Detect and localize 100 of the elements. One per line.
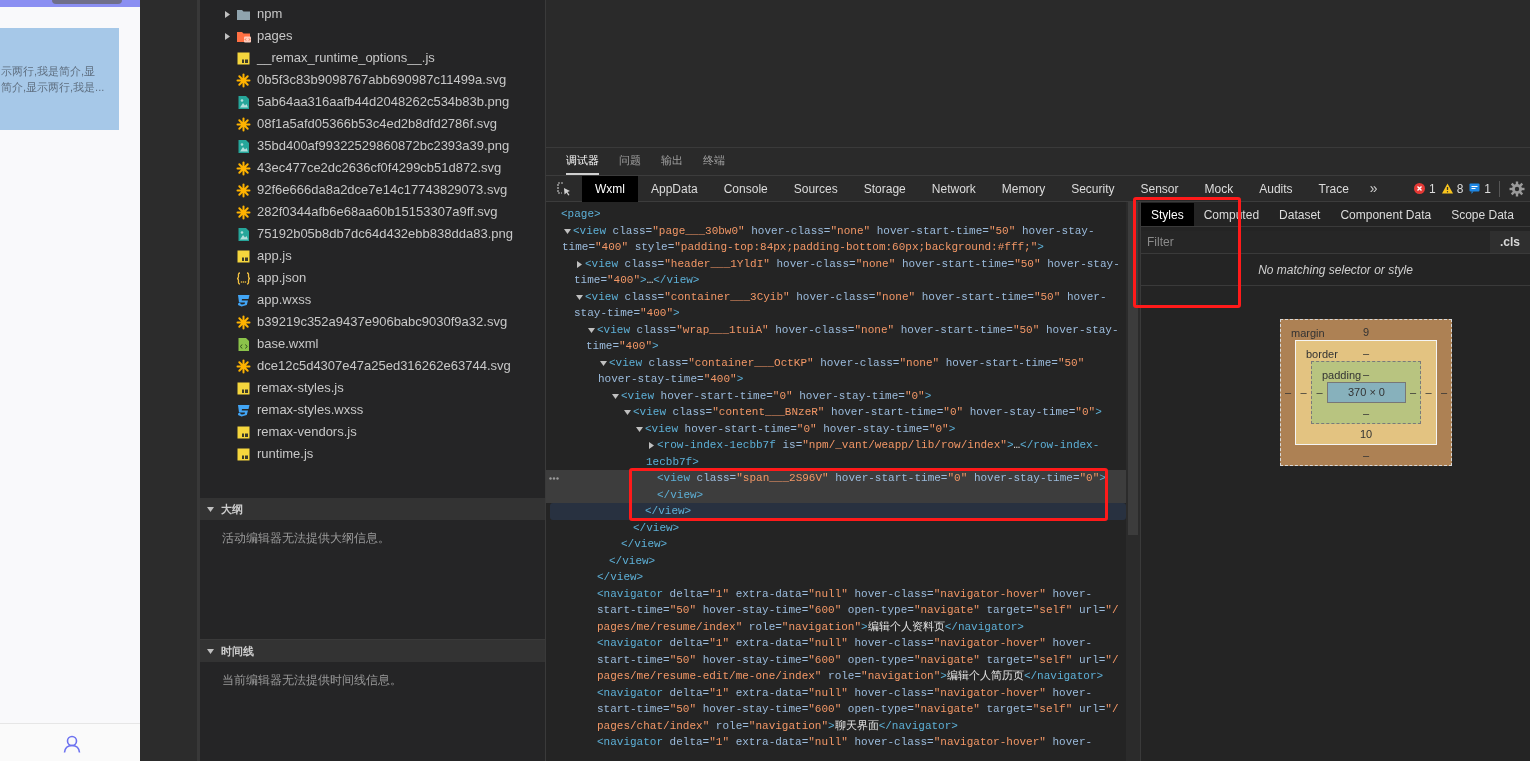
caret-icon[interactable] <box>576 260 583 268</box>
empty-message: No matching selector or style <box>1258 261 1413 279</box>
caret-icon[interactable] <box>588 326 595 334</box>
caret-icon[interactable] <box>564 227 571 235</box>
styles-tab[interactable]: Dataset <box>1269 203 1331 226</box>
file-item[interactable]: app.js <box>257 246 292 266</box>
panel-tab[interactable]: 输出 <box>661 148 683 175</box>
devtools-tab[interactable]: Sources <box>780 175 851 202</box>
box-value: – <box>1361 405 1371 421</box>
caret-icon[interactable] <box>207 647 214 655</box>
file-item[interactable]: runtime.js <box>257 444 314 464</box>
section-header[interactable]: 时间线 <box>200 640 545 662</box>
code-line[interactable]: <view hover-start-time="0" hover-stay-time="0"> <box>546 420 1126 437</box>
code-line[interactable]: <view class="container___3Cyib" hover-class="none" hover-start-time="50" hover-stay-time="400"> <box>546 288 1126 322</box>
code-line[interactable]: </view> <box>546 569 1126 586</box>
file-item[interactable]: 35bd400af99322529860872bc2393a39.png <box>257 136 510 156</box>
file-item[interactable]: b39219c352a9437e906babc9030f9a32.svg <box>257 312 508 332</box>
file-item[interactable]: app.wxss <box>257 290 312 310</box>
caret-icon[interactable] <box>223 10 231 18</box>
caret-icon[interactable] <box>612 392 619 400</box>
file-item[interactable]: remax-styles.wxss <box>257 400 364 420</box>
scrollbar[interactable] <box>1128 202 1138 535</box>
code-line[interactable]: <navigator delta="1" extra-data="null" hover-class="navigator-hover" hover-start-time="50" hover-stay-time="600" open-type="navigate" target="self" url="/pages/me/resume/index" role="navigation">编辑个人资料页</navigator> <box>546 585 1126 635</box>
code-line[interactable]: <view class="page___30bw0" hover-class="none" hover-start-time="50" hover-stay-time="400" style="padding-top:84px;padding-bottom:60px;background:#fff;"> <box>546 222 1126 256</box>
file-item[interactable]: dce12c5d4307e47a25ed316262e63744.svg <box>257 356 511 376</box>
caret-icon[interactable] <box>576 293 583 301</box>
file-item[interactable]: 43ec477ce2dc2636cf0f4299cb51d872.svg <box>257 158 502 178</box>
code-line[interactable]: <view class="header___1YldI" hover-class="none" hover-start-time="50" hover-stay-time="400">…</view> <box>546 255 1126 289</box>
file-item[interactable]: remax-vendors.js <box>257 422 357 442</box>
js-file-icon <box>236 380 251 396</box>
devtools-tab[interactable]: Sensor <box>1127 175 1192 202</box>
box-label: padding <box>1322 369 1362 381</box>
more-icon[interactable] <box>549 477 559 480</box>
file-item[interactable]: __remax_runtime_options__.js <box>257 48 435 68</box>
file-item[interactable]: 282f0344afb6e68aa60b15153307a9ff.svg <box>257 202 498 222</box>
box-value: – <box>1283 385 1293 401</box>
more-tabs-button[interactable]: » <box>1361 178 1386 199</box>
file-item[interactable]: 5ab64aa316aafb44d2048262c534b83b.png <box>257 92 510 112</box>
panel-tab[interactable]: 问题 <box>619 148 641 175</box>
code-line[interactable]: </view> <box>546 552 1126 569</box>
caret-icon[interactable] <box>207 505 214 513</box>
caret-icon[interactable] <box>624 409 631 416</box>
devtools-tab[interactable]: Trace <box>1305 175 1362 202</box>
devtools-tab[interactable]: Console <box>710 175 781 202</box>
devtools-tab[interactable]: Security <box>1058 175 1128 202</box>
code-line[interactable]: <view class="wrap___1tuiA" hover-class="none" hover-start-time="50" hover-stay-time="400"> <box>546 321 1126 355</box>
file-item[interactable]: remax-styles.js <box>257 378 344 398</box>
panel-tab[interactable]: 终端 <box>703 148 725 175</box>
code-line[interactable]: <navigator delta="1" extra-data="null" hover-class="navigator-hover" hover-start-time="50" hover-stay-time="600" open-type="navigate" target="self" url="/pages/chat/index" role="navigation">聊天界面</navigator> <box>546 684 1126 734</box>
box-value: – <box>1361 447 1371 463</box>
devtools-tab[interactable]: Storage <box>850 175 919 202</box>
styles-tab[interactable]: Scope Data <box>1441 203 1524 226</box>
code-line[interactable]: <view class="container___OctKP" hover-class="none" hover-start-time="50" hover-stay-time="400"> <box>546 354 1126 388</box>
styles-tab[interactable]: Styles <box>1141 203 1194 226</box>
caret-icon[interactable] <box>648 442 655 449</box>
caret-icon[interactable] <box>600 359 607 367</box>
devtools-tab[interactable]: AppData <box>638 175 711 202</box>
code-line[interactable]: </view> <box>546 536 1126 553</box>
devtools-tab[interactable]: Memory <box>988 175 1059 202</box>
file-item[interactable]: npm <box>257 4 283 24</box>
braces-icon <box>236 270 251 286</box>
file-item[interactable]: pages <box>257 26 293 46</box>
message-icon[interactable] <box>1469 183 1481 194</box>
code-file-icon <box>236 336 251 352</box>
box-value: 9 <box>1362 324 1370 340</box>
caret-icon[interactable] <box>636 425 643 433</box>
error-icon[interactable] <box>1413 183 1425 194</box>
warning-icon[interactable] <box>1441 183 1453 194</box>
file-item[interactable]: base.wxml <box>257 334 319 354</box>
section-title: 时间线 <box>221 643 254 659</box>
file-item[interactable]: 0b5f3c83b9098767abb690987c11499a.svg <box>257 70 507 90</box>
box-value: – <box>1439 385 1449 401</box>
image-file-icon <box>236 138 251 154</box>
devtools-tab[interactable]: Wxml <box>582 175 638 202</box>
code-line[interactable]: <row-index-1ecbb7f is="npm/_vant/weapp/lib/row/index">…</row-index-1ecbb7f> <box>546 437 1126 470</box>
card-text: 简介,显示两行,我是... <box>1 80 105 95</box>
code-line[interactable]: <view class="content___BNzeR" hover-start-time="0" hover-stay-time="0"> <box>546 404 1126 421</box>
styles-tab[interactable]: Component Data <box>1330 203 1442 226</box>
cls-button[interactable]: .cls <box>1490 231 1530 253</box>
settings-icon[interactable] <box>1509 180 1525 197</box>
section-header[interactable]: 大纲 <box>200 498 545 520</box>
box-value: – <box>1362 366 1370 382</box>
devtools-tab[interactable]: Mock <box>1191 175 1247 202</box>
code-line[interactable]: </view> <box>546 519 1126 536</box>
file-item[interactable]: app.json <box>257 268 307 288</box>
asterisk-icon <box>236 314 251 330</box>
file-item[interactable]: 92f6e666da8a2dce7e14c17743829073.svg <box>257 180 508 200</box>
code-line[interactable]: <navigator delta="1" extra-data="null" hover-class="navigator-hover" hover- <box>546 734 1126 751</box>
code-line[interactable]: <page> <box>546 206 1126 223</box>
devtools-tab[interactable]: Network <box>918 175 989 202</box>
user-icon[interactable] <box>63 735 81 753</box>
inspect-icon[interactable] <box>557 181 571 196</box>
code-line[interactable]: <view hover-start-time="0" hover-stay-time="0"> <box>546 387 1126 404</box>
devtools-tab[interactable]: Audits <box>1246 175 1306 202</box>
code-line[interactable]: <navigator delta="1" extra-data="null" hover-class="navigator-hover" hover-start-time="50" hover-stay-time="600" open-type="navigate" target="self" url="/pages/me/resume-edit/me-one/index" role="navigation">编辑个人简历页</navigator> <box>546 635 1126 685</box>
file-item[interactable]: 75192b05b8db7dc64d432ebb838dda83.png <box>257 224 513 244</box>
caret-icon[interactable] <box>223 32 231 40</box>
js-file-icon <box>236 50 251 66</box>
file-item[interactable]: 08f1a5afd05366b53c4ed2b8dfd2786f.svg <box>257 114 497 134</box>
box-value: – <box>1362 345 1370 361</box>
